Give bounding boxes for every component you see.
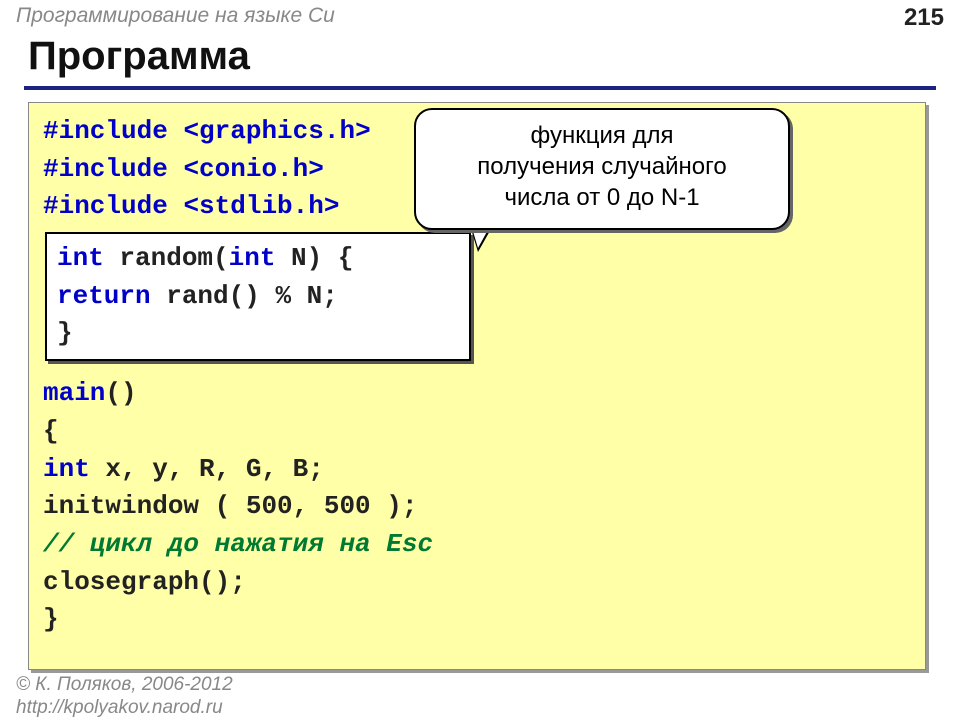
code-text: ( 500, 500 ); <box>199 491 417 521</box>
keyword-main: main <box>43 378 105 408</box>
keyword-int: int <box>57 243 104 273</box>
func-call: initwindow <box>43 491 199 521</box>
code-text: { <box>43 416 59 446</box>
include-keyword: #include <box>43 154 183 184</box>
code-text: x, y, R, G, B; <box>90 454 324 484</box>
slide-title: Программа <box>28 34 250 79</box>
code-line: closegraph(); <box>43 564 911 602</box>
keyword-int: int <box>43 454 90 484</box>
code-line: main() <box>43 375 911 413</box>
code-text: } <box>43 604 59 634</box>
code-line: } <box>43 601 911 639</box>
keyword-int: int <box>229 243 276 273</box>
callout-line: функция для <box>428 120 776 151</box>
code-line: // цикл до нажатия на Esc <box>43 526 911 564</box>
page-number: 215 <box>904 4 944 32</box>
title-underline <box>24 86 936 90</box>
course-title: Программирование на языке Си <box>16 4 335 28</box>
author: © К. Поляков, 2006-2012 <box>16 674 233 697</box>
code-text: } <box>57 318 73 348</box>
include-keyword: #include <box>43 116 183 146</box>
code-text: random( <box>104 243 229 273</box>
callout-line: числа от 0 до N-1 <box>428 182 776 213</box>
include-arg: <stdlib.h> <box>183 191 339 221</box>
func-call: closegraph <box>43 567 199 597</box>
code-text: (); <box>199 567 246 597</box>
code-text: rand() % N; <box>151 281 338 311</box>
code-line: return rand() % N; <box>57 278 459 316</box>
keyword-return: return <box>57 281 151 311</box>
code-line: int x, y, R, G, B; <box>43 451 911 489</box>
comment: // цикл до нажатия на Esc <box>43 529 433 559</box>
header: Программирование на языке Си 215 <box>0 0 960 36</box>
callout-bubble: функция для получения случайного числа о… <box>414 108 790 230</box>
random-function-box: int random(int N) { return rand() % N; } <box>45 232 471 361</box>
code-line: int random(int N) { <box>57 240 459 278</box>
include-arg: <conio.h> <box>183 154 323 184</box>
include-keyword: #include <box>43 191 183 221</box>
code-text: N) { <box>275 243 353 273</box>
footer: © К. Поляков, 2006-2012 http://kpolyakov… <box>0 674 233 720</box>
code-text: () <box>105 378 136 408</box>
footer-url: http://kpolyakov.narod.ru <box>16 697 233 720</box>
callout-line: получения случайного <box>428 151 776 182</box>
code-line: initwindow ( 500, 500 ); <box>43 488 911 526</box>
code-line: } <box>57 315 459 353</box>
code-line: { <box>43 413 911 451</box>
include-arg: <graphics.h> <box>183 116 370 146</box>
